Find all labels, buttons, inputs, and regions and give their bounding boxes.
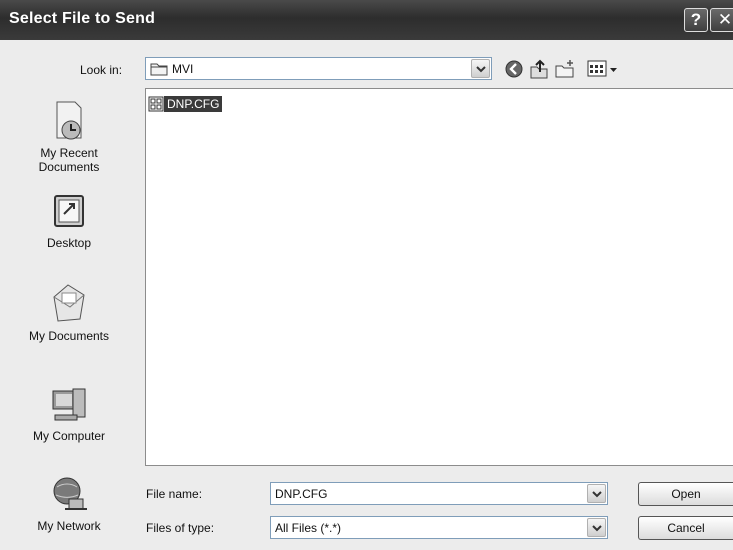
place-recent-documents[interactable]: My Recent Documents xyxy=(0,100,138,174)
look-in-dropdown-button[interactable] xyxy=(471,59,490,78)
new-folder-icon[interactable] xyxy=(554,58,576,80)
file-name-value[interactable]: DNP.CFG xyxy=(275,487,327,501)
open-button[interactable]: Open xyxy=(638,482,733,506)
file-type-select[interactable]: All Files (*.*) xyxy=(270,516,608,539)
look-in-value-wrap: MVI xyxy=(150,62,193,76)
desktop-icon xyxy=(54,195,84,227)
my-network-icon xyxy=(53,477,87,510)
look-in-select[interactable]: MVI xyxy=(145,57,492,80)
file-name-dropdown-button[interactable] xyxy=(587,484,606,503)
folder-icon xyxy=(150,63,168,76)
file-list[interactable]: DNP.CFG xyxy=(145,88,733,466)
places-bar: My Recent Documents Desktop My Documents… xyxy=(0,88,138,550)
file-type-field-label: Files of type: xyxy=(146,521,215,535)
place-my-computer[interactable]: My Computer xyxy=(0,385,138,443)
config-file-icon xyxy=(148,96,164,112)
up-folder-icon[interactable] xyxy=(528,58,550,80)
file-type-dropdown-button[interactable] xyxy=(587,518,606,537)
window-title: Select File to Send xyxy=(9,10,156,27)
close-button[interactable]: ✕ xyxy=(710,8,733,32)
look-in-label: Look in: xyxy=(80,63,123,77)
place-my-network[interactable]: My Network xyxy=(0,475,138,533)
place-desktop[interactable]: Desktop xyxy=(0,192,138,250)
file-name-field[interactable]: DNP.CFG xyxy=(270,482,608,505)
chevron-down-icon xyxy=(476,66,486,73)
recent-documents-icon xyxy=(56,101,82,140)
place-label-my-computer: My Computer xyxy=(32,429,106,443)
my-documents-icon xyxy=(53,284,85,322)
cancel-button[interactable]: Cancel xyxy=(638,516,733,540)
file-name-label: DNP.CFG xyxy=(164,96,223,112)
place-label-my-documents: My Documents xyxy=(28,329,110,343)
look-in-value: MVI xyxy=(172,62,194,76)
file-item[interactable]: DNP.CFG xyxy=(148,95,223,113)
chevron-down-icon xyxy=(592,491,602,498)
file-type-value: All Files (*.*) xyxy=(275,521,342,535)
back-icon[interactable] xyxy=(503,58,525,80)
chevron-down-icon xyxy=(592,525,602,532)
title-bar: Select File to Send ? ✕ xyxy=(0,0,733,40)
help-button[interactable]: ? xyxy=(684,8,708,32)
place-label-desktop: Desktop xyxy=(46,236,92,250)
file-name-field-label: File name: xyxy=(146,487,203,501)
place-label-my-network: My Network xyxy=(37,519,101,533)
place-my-documents[interactable]: My Documents xyxy=(0,281,138,343)
my-computer-icon xyxy=(52,388,86,421)
place-label-recent: My Recent Documents xyxy=(38,146,100,174)
view-menu-icon[interactable] xyxy=(586,58,620,80)
